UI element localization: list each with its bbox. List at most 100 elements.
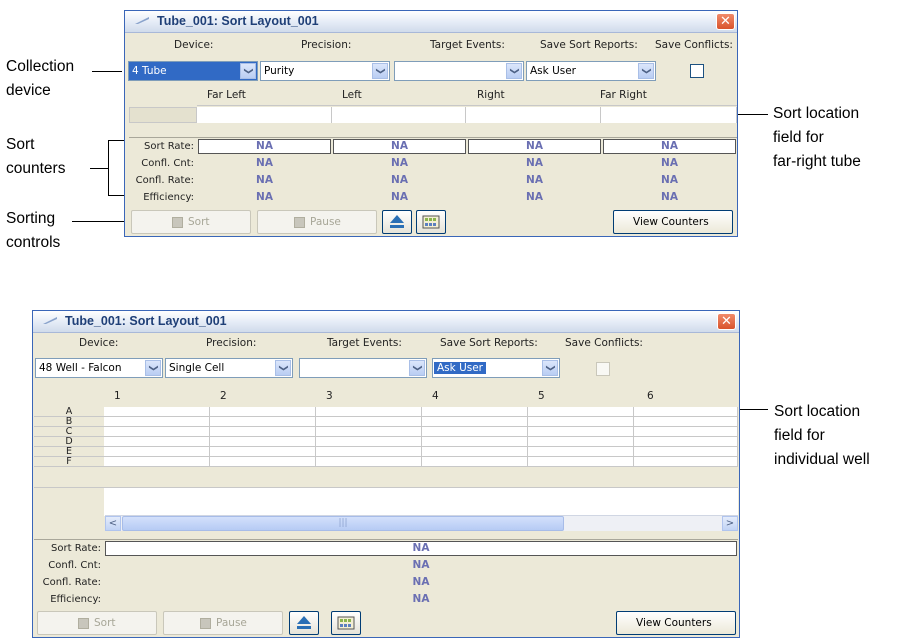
eject-button[interactable] bbox=[289, 611, 319, 635]
sort-button[interactable]: Sort bbox=[131, 210, 251, 234]
well-cell[interactable] bbox=[634, 457, 738, 467]
target-events-select[interactable]: ❯ bbox=[299, 358, 427, 378]
well-cell[interactable] bbox=[104, 427, 210, 437]
well-cell[interactable] bbox=[316, 417, 422, 427]
sort-location-right[interactable] bbox=[466, 107, 601, 123]
chevron-down-icon[interactable]: ❯ bbox=[409, 360, 425, 376]
chevron-down-icon[interactable]: ❯ bbox=[275, 360, 291, 376]
well-cell[interactable] bbox=[528, 417, 634, 427]
well-cell[interactable] bbox=[316, 447, 422, 457]
sort-location-far-right[interactable] bbox=[601, 107, 737, 123]
target-events-label: Target Events: bbox=[327, 337, 402, 349]
well-cell[interactable] bbox=[316, 437, 422, 447]
scroll-left-icon[interactable]: < bbox=[105, 516, 121, 531]
eject-button[interactable] bbox=[382, 210, 412, 234]
column-header: 5 bbox=[538, 390, 545, 402]
device-label: Device: bbox=[174, 39, 214, 51]
well-cell[interactable] bbox=[422, 407, 528, 417]
counter-value: NA bbox=[412, 576, 430, 588]
well-cell[interactable] bbox=[210, 437, 316, 447]
window-title: Tube_001: Sort Layout_001 bbox=[157, 14, 319, 28]
well-cell[interactable] bbox=[528, 437, 634, 447]
title-bar[interactable]: Tube_001: Sort Layout_001 ✕ bbox=[125, 11, 737, 33]
device-select[interactable]: 4 Tube ❯ bbox=[128, 61, 258, 81]
title-bar[interactable]: Tube_001: Sort Layout_001 ✕ bbox=[33, 311, 739, 333]
well-cell[interactable] bbox=[422, 427, 528, 437]
counter-value: NA bbox=[391, 191, 408, 203]
tray-button[interactable] bbox=[331, 611, 361, 635]
well-cell[interactable] bbox=[422, 437, 528, 447]
well-cell[interactable] bbox=[104, 407, 210, 417]
well-cell[interactable] bbox=[210, 447, 316, 457]
target-events-select[interactable]: ❯ bbox=[394, 61, 524, 81]
chevron-down-icon[interactable]: ❯ bbox=[240, 63, 256, 79]
save-conflicts-checkbox[interactable] bbox=[690, 64, 704, 78]
well-cell[interactable] bbox=[422, 457, 528, 467]
device-select[interactable]: 48 Well - Falcon ❯ bbox=[35, 358, 163, 378]
save-sort-reports-select[interactable]: Ask User ❯ bbox=[526, 61, 656, 81]
well-cell[interactable] bbox=[316, 457, 422, 467]
sort-location-far-left[interactable] bbox=[197, 107, 332, 123]
well-cell[interactable] bbox=[422, 417, 528, 427]
counter-label: Sort Rate: bbox=[129, 138, 197, 155]
pause-button-label: Pause bbox=[216, 617, 247, 629]
chevron-down-icon[interactable]: ❯ bbox=[145, 360, 161, 376]
save-conflicts-checkbox[interactable] bbox=[596, 362, 610, 376]
view-counters-button[interactable]: View Counters bbox=[616, 611, 736, 635]
well-cell[interactable] bbox=[528, 447, 634, 457]
well-cell[interactable] bbox=[104, 447, 210, 457]
well-cell[interactable] bbox=[210, 407, 316, 417]
well-cell[interactable] bbox=[422, 447, 528, 457]
well-cell[interactable] bbox=[634, 437, 738, 447]
well-cell[interactable] bbox=[316, 427, 422, 437]
window-title: Tube_001: Sort Layout_001 bbox=[65, 314, 227, 328]
eject-icon bbox=[297, 616, 311, 629]
close-button[interactable]: ✕ bbox=[717, 313, 736, 330]
eject-icon bbox=[390, 215, 404, 228]
well-cell[interactable] bbox=[634, 427, 738, 437]
precision-select[interactable]: Purity ❯ bbox=[260, 61, 390, 81]
counter-value: NA bbox=[391, 157, 408, 169]
counter-value: NA bbox=[526, 140, 543, 152]
view-counters-button[interactable]: View Counters bbox=[613, 210, 733, 234]
well-cell[interactable] bbox=[528, 407, 634, 417]
precision-select[interactable]: Single Cell ❯ bbox=[165, 358, 293, 378]
well-cell[interactable] bbox=[104, 437, 210, 447]
scroll-thumb[interactable]: ||| bbox=[122, 516, 564, 531]
well-cell[interactable] bbox=[210, 457, 316, 467]
pause-button[interactable]: Pause bbox=[257, 210, 377, 234]
leader-line bbox=[90, 168, 108, 169]
chevron-down-icon[interactable]: ❯ bbox=[638, 63, 654, 79]
counter-value: NA bbox=[661, 174, 678, 186]
well-cell[interactable] bbox=[104, 417, 210, 427]
well-cell[interactable] bbox=[104, 457, 210, 467]
horizontal-scrollbar[interactable]: < ||| > bbox=[105, 515, 738, 531]
well-cell[interactable] bbox=[528, 427, 634, 437]
scroll-right-icon[interactable]: > bbox=[722, 516, 738, 531]
chevron-down-icon[interactable]: ❯ bbox=[372, 63, 388, 79]
leader-line bbox=[108, 140, 124, 141]
annotation-line: Sorting bbox=[6, 210, 56, 227]
chevron-down-icon[interactable]: ❯ bbox=[506, 63, 522, 79]
pause-button[interactable]: Pause bbox=[163, 611, 283, 635]
save-sort-reports-value: Ask User bbox=[434, 362, 487, 374]
sort-layout-window-tube: Tube_001: Sort Layout_001 ✕ Device: Prec… bbox=[124, 10, 738, 237]
close-button[interactable]: ✕ bbox=[716, 13, 735, 30]
counter-value: NA bbox=[256, 174, 273, 186]
well-cell[interactable] bbox=[634, 417, 738, 427]
save-sort-reports-select[interactable]: Ask User ❯ bbox=[432, 358, 560, 378]
sort-location-left[interactable] bbox=[332, 107, 466, 123]
counter-value: NA bbox=[256, 157, 273, 169]
well-cell[interactable] bbox=[528, 457, 634, 467]
well-cell[interactable] bbox=[634, 447, 738, 457]
well-cell[interactable] bbox=[210, 417, 316, 427]
well-cell[interactable] bbox=[634, 407, 738, 417]
save-conflicts-label: Save Conflicts: bbox=[655, 39, 733, 51]
view-counters-label: View Counters bbox=[636, 617, 712, 629]
sort-button-label: Sort bbox=[188, 216, 210, 228]
chevron-down-icon[interactable]: ❯ bbox=[542, 360, 558, 376]
well-cell[interactable] bbox=[316, 407, 422, 417]
well-cell[interactable] bbox=[210, 427, 316, 437]
sort-button[interactable]: Sort bbox=[37, 611, 157, 635]
tray-button[interactable] bbox=[416, 210, 446, 234]
